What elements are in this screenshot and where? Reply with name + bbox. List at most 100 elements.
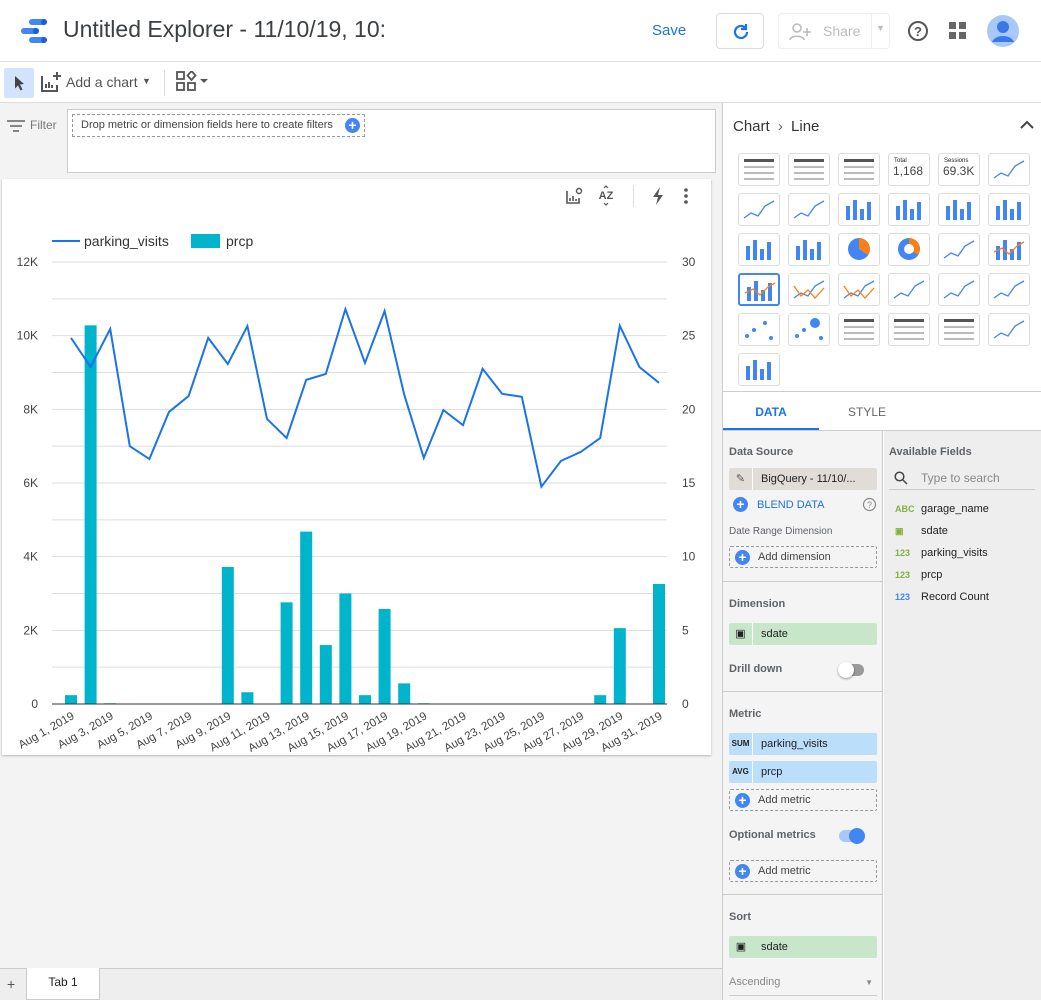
y-right-tick-label: 30 <box>682 255 696 269</box>
chart-type-bubble[interactable] <box>788 313 830 346</box>
collapse-chevron-up-icon[interactable] <box>1019 119 1035 131</box>
help-icon[interactable]: ? <box>907 20 929 42</box>
tab-data[interactable]: DATA <box>723 396 819 430</box>
chart-type-100-stacked-area[interactable] <box>988 273 1030 306</box>
add-metric-label: Add metric <box>758 794 811 806</box>
blend-add-icon[interactable]: + <box>733 497 748 512</box>
chart-type-stacked-combo[interactable] <box>738 273 780 306</box>
chart-type-pivot-table[interactable] <box>838 313 880 346</box>
y-left-tick-label: 8K <box>23 402 38 416</box>
tab-style[interactable]: STYLE <box>819 396 915 430</box>
chart-type-100-stacked-bar[interactable] <box>788 233 830 266</box>
metric-chip-parking-visits[interactable]: SUM parking_visits <box>729 733 877 755</box>
chart-type-scorecard-compact[interactable]: Sessions 69.3K <box>938 153 980 186</box>
chart-type-pie[interactable] <box>838 233 880 266</box>
chart-type-area[interactable] <box>888 273 930 306</box>
y-right-tick-label: 25 <box>682 329 696 343</box>
number-field-icon: 123 <box>895 570 911 580</box>
chart-type-bar[interactable] <box>988 193 1030 226</box>
chart-type-stacked-bar[interactable] <box>738 233 780 266</box>
drill-down-toggle[interactable] <box>838 662 864 678</box>
chart-type-sparkline[interactable] <box>738 193 780 226</box>
sort-order-select[interactable]: Ascending ▼ <box>729 976 877 996</box>
sort-field-chip[interactable]: ▣ sdate <box>729 936 877 958</box>
add-dimension-button[interactable]: + Add dimension <box>729 546 877 568</box>
metric-name: parking_visits <box>761 738 828 750</box>
available-field[interactable]: Record Count <box>921 591 989 603</box>
field-search-input[interactable]: Type to search <box>889 466 1035 490</box>
chart-type-geo-map[interactable] <box>938 233 980 266</box>
chart-type-table[interactable] <box>738 153 780 186</box>
dropdown-arrow-icon: ▼ <box>865 978 873 987</box>
svg-text:?: ? <box>914 24 922 39</box>
prcp-bar <box>65 695 77 704</box>
available-field[interactable]: sdate <box>921 525 948 537</box>
user-avatar[interactable] <box>986 14 1020 48</box>
aggregation-label[interactable]: AVG <box>729 761 753 783</box>
chart-type-treemap[interactable] <box>738 353 780 386</box>
blend-data-button[interactable]: BLEND DATA <box>757 499 824 511</box>
number-field-icon: 123 <box>895 548 911 558</box>
chart-type-stacked-area[interactable] <box>938 273 980 306</box>
add-metric-button[interactable]: + Add metric <box>729 789 877 811</box>
optional-metrics-toggle[interactable] <box>839 828 865 844</box>
tab-1[interactable]: Tab 1 <box>26 968 100 1000</box>
available-field[interactable]: prcp <box>921 569 942 581</box>
share-label: Share <box>823 23 861 39</box>
add-optional-metric-button[interactable]: + Add metric <box>729 860 877 882</box>
y-left-tick-label: 10K <box>17 329 38 343</box>
prcp-bar <box>221 566 234 704</box>
chart-type-scorecard[interactable]: Total 1,168 <box>888 153 930 186</box>
apps-grid-icon[interactable] <box>949 22 967 40</box>
dimension-chip[interactable]: ▣ sdate <box>729 623 877 645</box>
chart-type-line[interactable] <box>788 273 830 306</box>
chart-type-100-stacked-column[interactable] <box>938 193 980 226</box>
edit-pencil-icon[interactable]: ✎ <box>729 468 753 490</box>
data-source-chip[interactable]: ✎ BigQuery - 11/10/... <box>729 468 877 490</box>
add-page-icon[interactable]: + <box>7 976 15 992</box>
breadcrumb-chart: Chart <box>733 118 770 135</box>
chart-type-table-heatmap[interactable] <box>838 153 880 186</box>
data-source-name: BigQuery - 11/10/... <box>761 473 856 485</box>
metric-chip-prcp[interactable]: AVG prcp <box>729 761 877 783</box>
chart-type-column[interactable] <box>838 193 880 226</box>
plus-icon: + <box>735 792 750 808</box>
calendar-icon: ▣ <box>729 623 753 645</box>
legend-label: parking_visits <box>84 233 169 249</box>
share-button[interactable]: Share ▼ <box>778 13 890 49</box>
y-left-tick-label: 6K <box>23 476 38 490</box>
aggregation-label[interactable]: SUM <box>729 733 753 755</box>
chart-type-pivot-table-heatmap[interactable] <box>938 313 980 346</box>
search-icon <box>894 471 908 485</box>
chart-type-donut[interactable] <box>888 233 930 266</box>
sort-field-name: sdate <box>761 941 788 953</box>
sort-order-value: Ascending <box>729 976 781 988</box>
prcp-bar <box>398 683 411 704</box>
chart-type-smoothed-line[interactable] <box>838 273 880 306</box>
chart-type-combo[interactable] <box>988 233 1030 266</box>
scorecard-value: 69.3K <box>943 164 975 178</box>
chart-type-table-bars[interactable] <box>788 153 830 186</box>
available-field[interactable]: parking_visits <box>921 547 988 559</box>
chart-type-bullet[interactable] <box>988 313 1030 346</box>
chart-type-time-series[interactable] <box>988 153 1030 186</box>
chart-type-pivot-table-bars[interactable] <box>888 313 930 346</box>
available-fields-column <box>884 431 1041 1000</box>
y-right-tick-label: 20 <box>682 402 696 416</box>
legend-bar-swatch <box>191 234 220 248</box>
refresh-button[interactable] <box>716 13 764 49</box>
prcp-bar <box>84 325 97 704</box>
chart-type-stacked-column[interactable] <box>888 193 930 226</box>
chart-type-smoothed-time-series[interactable] <box>788 193 830 226</box>
help-icon[interactable]: ? <box>862 497 877 512</box>
metric-label: Metric <box>729 708 762 720</box>
share-dropdown-icon[interactable]: ▼ <box>876 23 885 33</box>
available-field[interactable]: garage_name <box>921 503 989 515</box>
available-fields-label: Available Fields <box>889 446 972 458</box>
chart-card[interactable]: AZ 0 2K 4K 6K 8K 10K 12K 0 5 10 15 20 25 30 Aug 1, 201… <box>2 179 711 755</box>
chart-type-scatter[interactable] <box>738 313 780 346</box>
date-range-label: Date Range Dimension <box>729 526 833 537</box>
prcp-bar <box>319 645 332 704</box>
page-tab-bar: + Tab 1 <box>0 968 722 1000</box>
dimension-name: sdate <box>761 628 788 640</box>
